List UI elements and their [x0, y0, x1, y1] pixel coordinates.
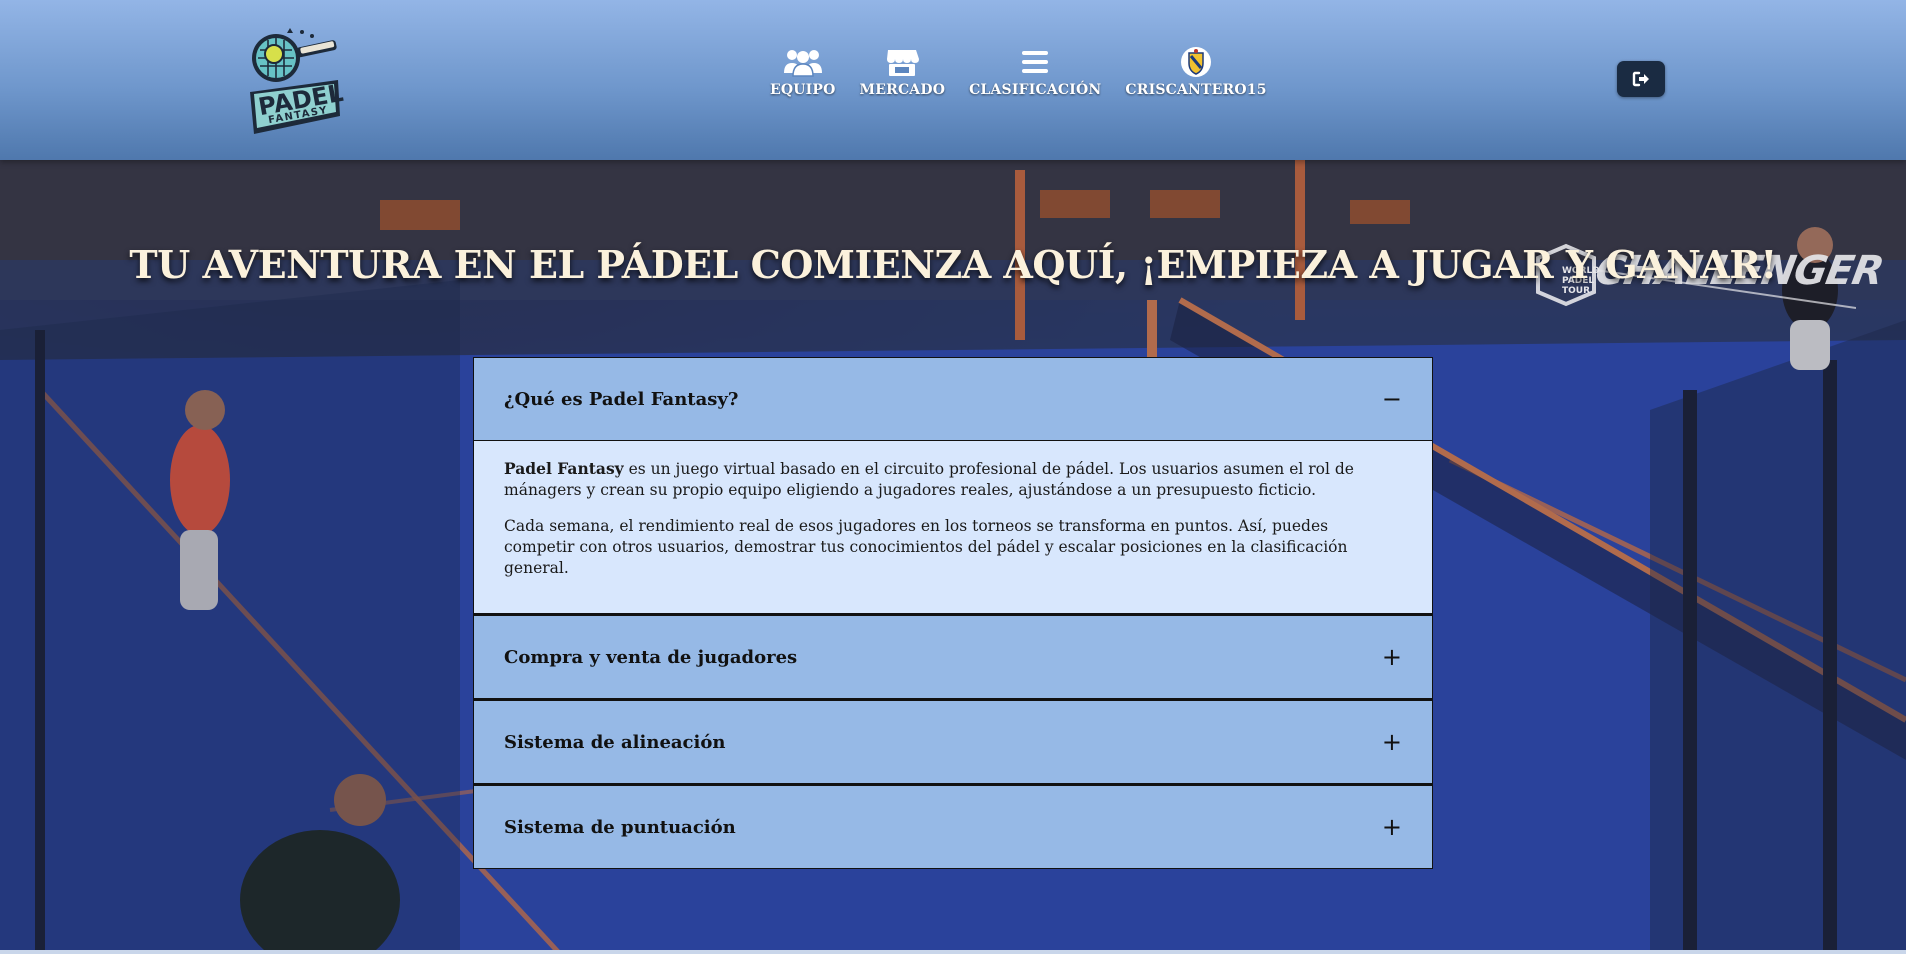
- nav-label-username: CRISCANTERO15: [1125, 82, 1267, 98]
- bars-icon: [1020, 46, 1050, 78]
- top-navbar: PADEL FANTASY EQUIPO MERCADO CLASIFICACI…: [0, 0, 1906, 160]
- nav-label-mercado: MERCADO: [859, 82, 946, 98]
- nav-label-equipo: EQUIPO: [770, 82, 836, 98]
- team-crest-icon: [1180, 46, 1212, 78]
- store-icon: [885, 46, 920, 78]
- accordion-header-alineacion[interactable]: Sistema de alineación +: [474, 701, 1432, 783]
- nav-item-profile[interactable]: CRISCANTERO15: [1125, 46, 1266, 98]
- accordion-item-que-es: ¿Qué es Padel Fantasy? − Padel Fantasy e…: [473, 357, 1433, 614]
- brand-name-bold: Padel Fantasy: [504, 459, 624, 478]
- faq-accordion: ¿Qué es Padel Fantasy? − Padel Fantasy e…: [473, 357, 1433, 869]
- accordion-title: Sistema de puntuación: [504, 816, 736, 838]
- accordion-header-puntuacion[interactable]: Sistema de puntuación +: [474, 786, 1432, 868]
- accordion-title: ¿Qué es Padel Fantasy?: [504, 388, 739, 410]
- hero-title: TU AVENTURA EN EL PÁDEL COMIENZA AQUÍ, ¡…: [129, 242, 1777, 287]
- nav-item-mercado[interactable]: MERCADO: [860, 46, 946, 98]
- accordion-title: Compra y venta de jugadores: [504, 646, 798, 668]
- accordion-item-compra-venta: Compra y venta de jugadores +: [473, 613, 1433, 699]
- accordion-body-que-es: Padel Fantasy es un juego virtual basado…: [474, 440, 1432, 613]
- logout-button[interactable]: [1617, 61, 1665, 97]
- accordion-item-puntuacion: Sistema de puntuación +: [473, 783, 1433, 869]
- accordion-item-alineacion: Sistema de alineación +: [473, 698, 1433, 784]
- accordion-paragraph-2: Cada semana, el rendimiento real de esos…: [504, 517, 1348, 577]
- collapse-minus-icon[interactable]: −: [1382, 387, 1402, 411]
- hero-section: WORLD PADEL TOUR CHALLENGER TU AVENTURA …: [0, 160, 1906, 954]
- nav-item-equipo[interactable]: EQUIPO: [770, 46, 836, 98]
- expand-plus-icon[interactable]: +: [1382, 645, 1402, 669]
- accordion-header-compra-venta[interactable]: Compra y venta de jugadores +: [474, 616, 1432, 698]
- page-bottom-border: [0, 950, 1906, 954]
- accordion-title: Sistema de alineación: [504, 731, 726, 753]
- nav-label-clasificacion: CLASIFICACIÓN: [969, 82, 1102, 98]
- nav-item-clasificacion[interactable]: CLASIFICACIÓN: [969, 46, 1101, 98]
- paragraph-1-text: es un juego virtual basado en el circuit…: [504, 460, 1354, 499]
- expand-plus-icon[interactable]: +: [1382, 730, 1402, 754]
- users-icon: [783, 46, 823, 78]
- accordion-paragraph-1: Padel Fantasy es un juego virtual basado…: [504, 458, 1402, 501]
- sign-out-icon: [1632, 71, 1649, 87]
- expand-plus-icon[interactable]: +: [1382, 815, 1402, 839]
- main-nav: EQUIPO MERCADO CLASIFICACIÓN CRISCANTERO…: [770, 46, 1267, 98]
- padel-fantasy-logo[interactable]: PADEL FANTASY: [246, 24, 350, 138]
- accordion-header-que-es[interactable]: ¿Qué es Padel Fantasy? −: [474, 358, 1432, 440]
